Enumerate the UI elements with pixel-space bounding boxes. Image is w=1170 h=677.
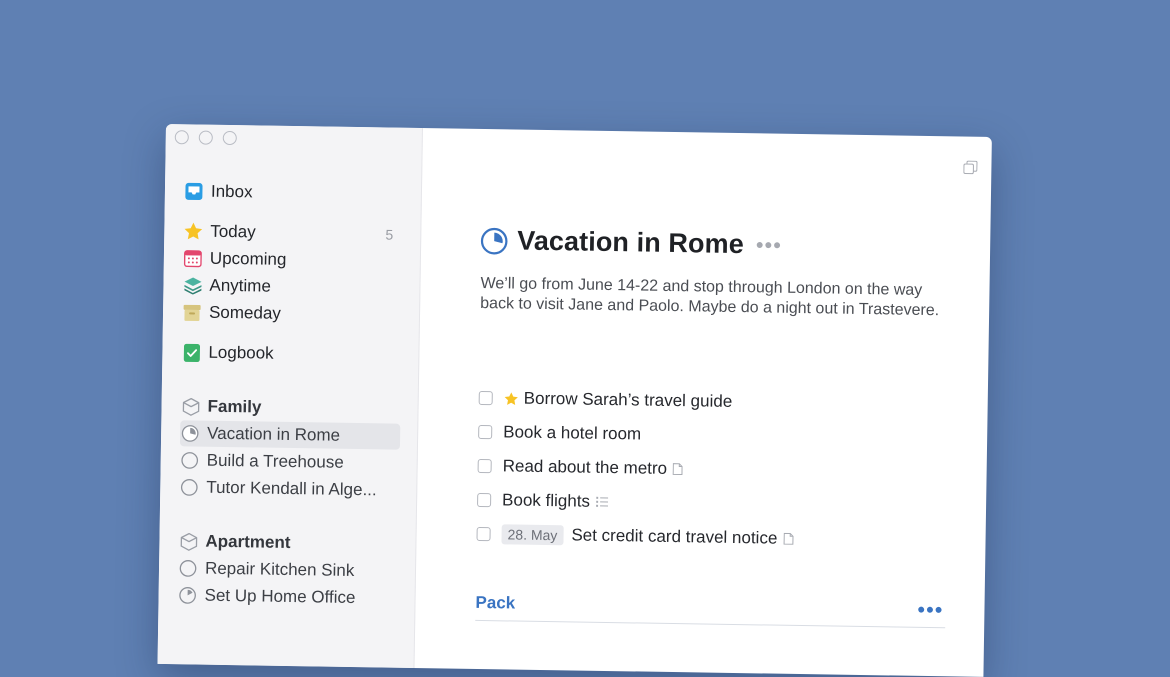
todo-date-tag: 28. May: [501, 524, 564, 546]
todo-label: Read about the metro: [502, 456, 668, 478]
sidebar-item-upcoming[interactable]: Upcoming: [183, 245, 403, 274]
todo-label: Book a hotel room: [503, 422, 642, 444]
window-controls: [174, 130, 237, 146]
note-icon: [783, 532, 794, 545]
project-progress-icon: [177, 585, 197, 605]
sidebar-project-set-up-home-office[interactable]: Set Up Home Office: [177, 582, 397, 611]
todo-item[interactable]: Read about the metro: [477, 454, 684, 481]
project-label: Build a Treehouse: [206, 450, 344, 472]
sidebar-project-vacation-in-rome[interactable]: Vacation in Rome: [179, 420, 401, 450]
area-family[interactable]: Family: [180, 393, 400, 422]
archive-box-icon: [182, 302, 202, 322]
todo-checkbox[interactable]: [478, 424, 493, 440]
app-window: Inbox Today 5 Upcoming Anytime Someday L…: [157, 124, 992, 677]
logbook-icon: [181, 342, 201, 362]
todo-label: Borrow Sarah’s travel guide: [523, 388, 733, 411]
inbox-icon: [184, 181, 204, 201]
sidebar-project-tutor-kendall[interactable]: Tutor Kendall in Alge...: [179, 474, 399, 503]
calendar-icon: [183, 248, 203, 268]
todo-item[interactable]: Borrow Sarah’s travel guide: [478, 386, 733, 414]
area-label: Apartment: [205, 531, 291, 553]
sidebar-item-label: Someday: [208, 302, 282, 323]
area-cube-icon: [178, 531, 198, 551]
sidebar: Inbox Today 5 Upcoming Anytime Someday L…: [157, 124, 423, 668]
todo-item[interactable]: Book a hotel room: [478, 420, 641, 447]
project-title[interactable]: Vacation in Rome: [517, 226, 744, 261]
sidebar-item-label: Anytime: [209, 275, 272, 296]
project-progress-icon: [180, 423, 200, 443]
todo-label: Set credit card travel notice: [571, 525, 778, 548]
todo-checkbox[interactable]: [476, 526, 491, 542]
sidebar-item-today[interactable]: Today 5: [183, 218, 403, 247]
project-label: Repair Kitchen Sink: [204, 558, 355, 581]
project-progress-icon: [178, 558, 198, 578]
sidebar-item-someday[interactable]: Someday: [182, 299, 402, 328]
sidebar-item-anytime[interactable]: Anytime: [182, 272, 402, 301]
sidebar-item-inbox[interactable]: Inbox: [184, 178, 404, 207]
checklist-icon: [595, 496, 609, 508]
todo-checkbox[interactable]: [478, 390, 493, 406]
sidebar-item-label: Today: [210, 221, 256, 242]
todo-checkbox[interactable]: [477, 458, 492, 474]
heading-label: Pack: [475, 592, 516, 613]
project-progress-icon[interactable]: [480, 226, 508, 254]
project-view: Vacation in Rome ••• We’ll go from June …: [414, 128, 991, 677]
project-label: Vacation in Rome: [206, 423, 341, 445]
project-header: Vacation in Rome •••: [480, 225, 782, 261]
sidebar-project-repair-kitchen-sink[interactable]: Repair Kitchen Sink: [178, 555, 398, 584]
layers-icon: [182, 275, 202, 295]
sidebar-item-logbook[interactable]: Logbook: [181, 339, 401, 368]
sidebar-item-label: Logbook: [208, 342, 274, 363]
project-label: Tutor Kendall in Alge...: [206, 477, 377, 500]
zoom-window-button[interactable]: [222, 130, 237, 146]
todo-item[interactable]: 28. May Set credit card travel notice: [476, 522, 794, 551]
minimize-window-button[interactable]: [198, 130, 213, 145]
project-label: Set Up Home Office: [204, 585, 356, 608]
star-icon: [504, 391, 519, 406]
project-progress-icon: [179, 477, 199, 497]
area-cube-icon: [180, 396, 200, 416]
close-window-button[interactable]: [174, 130, 189, 145]
today-count-badge: 5: [385, 226, 394, 243]
project-notes[interactable]: We’ll go from June 14-22 and stop throug…: [480, 274, 941, 321]
heading-more-button[interactable]: •••: [917, 597, 943, 622]
section-heading[interactable]: Pack •••: [475, 585, 946, 629]
star-icon: [183, 221, 203, 241]
project-progress-icon: [180, 450, 200, 470]
note-icon: [673, 463, 684, 476]
sidebar-item-label: Inbox: [210, 181, 253, 202]
sidebar-item-label: Upcoming: [209, 248, 287, 269]
sidebar-project-build-a-treehouse[interactable]: Build a Treehouse: [180, 447, 400, 476]
area-apartment[interactable]: Apartment: [178, 528, 398, 557]
project-more-button[interactable]: •••: [756, 232, 782, 257]
area-label: Family: [207, 396, 262, 417]
todo-label: Book flights: [501, 490, 591, 511]
todo-checkbox[interactable]: [477, 492, 492, 508]
duplicate-window-icon[interactable]: [963, 160, 978, 175]
todo-item[interactable]: Book flights: [477, 488, 609, 514]
